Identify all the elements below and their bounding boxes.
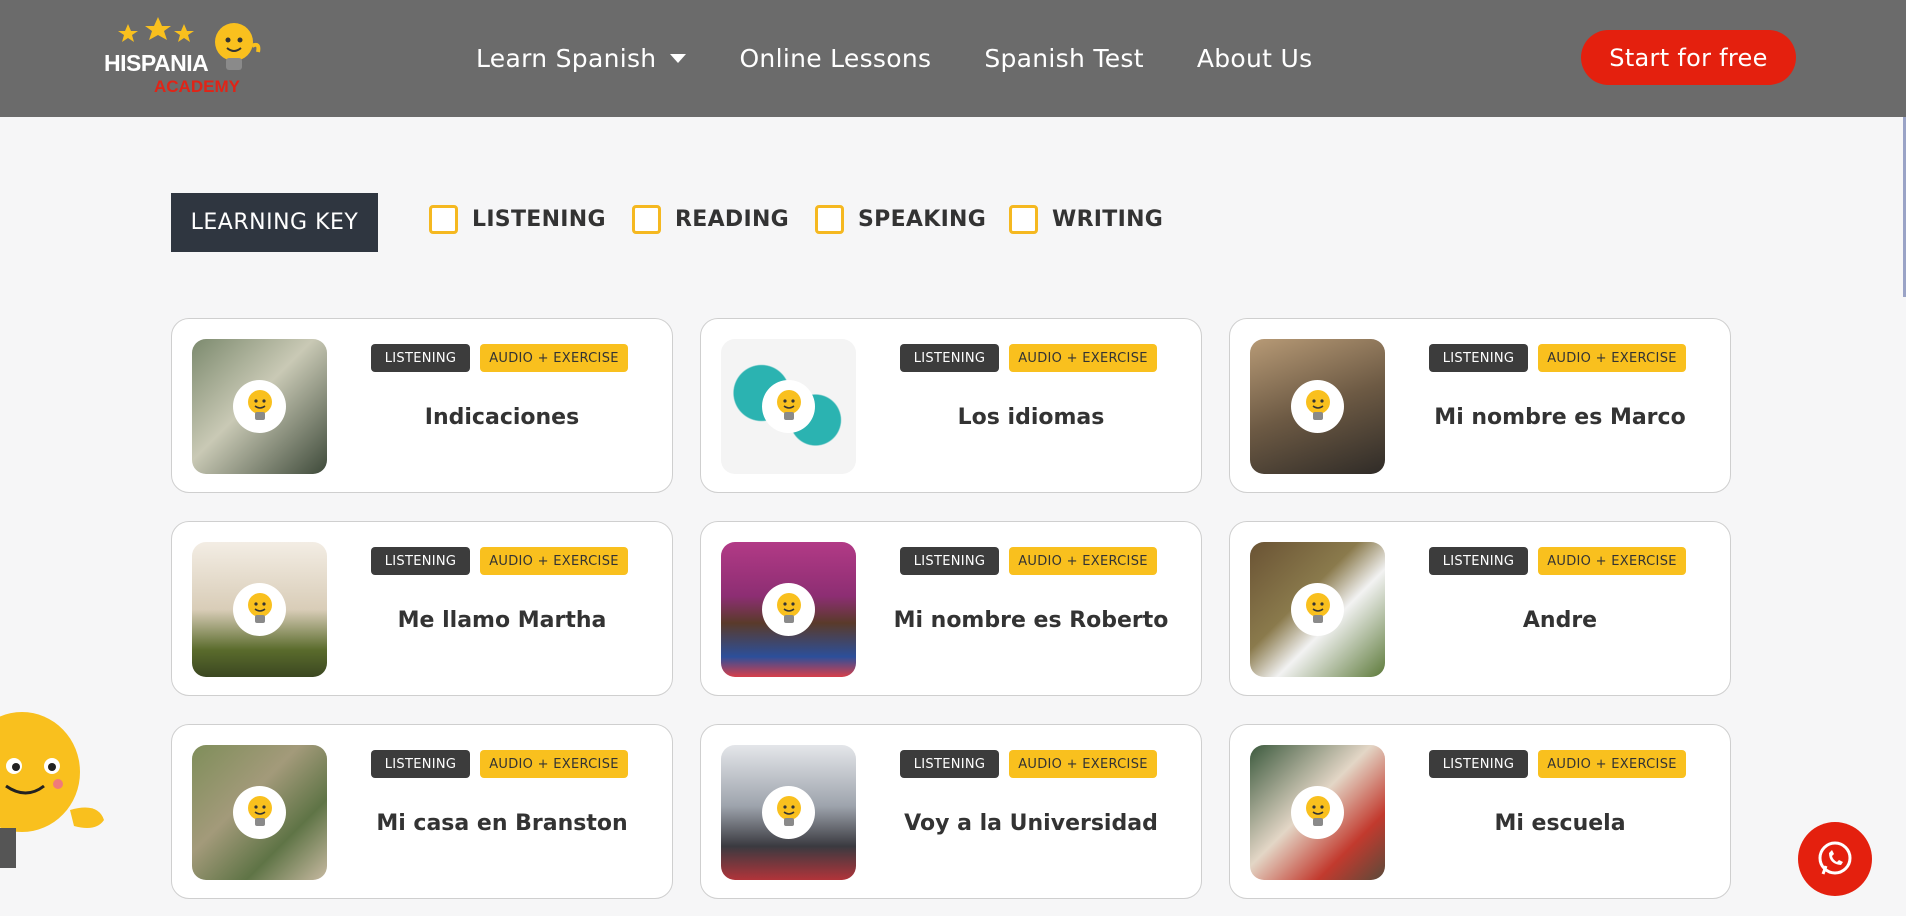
lesson-title[interactable]: Indicaciones xyxy=(332,405,672,430)
logo-subtext: ACADEMY xyxy=(154,77,240,96)
chevron-down-icon xyxy=(670,54,687,63)
filter-listening[interactable]: LISTENING xyxy=(429,205,606,234)
lightbulb-icon xyxy=(762,583,815,636)
lesson-title[interactable]: Voy a la Universidad xyxy=(861,811,1201,836)
type-badge: AUDIO + EXERCISE xyxy=(1009,750,1157,778)
stars-icon xyxy=(118,17,194,42)
nav-learn-spanish-label: Learn Spanish xyxy=(476,44,657,73)
type-badge: AUDIO + EXERCISE xyxy=(1538,547,1686,575)
lightbulb-mascot-icon xyxy=(0,712,104,868)
lesson-thumbnail xyxy=(192,745,327,880)
type-badge: AUDIO + EXERCISE xyxy=(1009,344,1157,372)
lightbulb-icon xyxy=(1291,583,1344,636)
nav-online-lessons[interactable]: Online Lessons xyxy=(739,44,931,73)
lesson-thumbnail xyxy=(192,339,327,474)
lesson-thumbnail xyxy=(721,542,856,677)
type-badge: AUDIO + EXERCISE xyxy=(1009,547,1157,575)
speaking-checkbox[interactable] xyxy=(815,205,844,234)
skill-badge: LISTENING xyxy=(1429,750,1528,778)
lesson-card-andre[interactable]: LISTENING AUDIO + EXERCISE Andre xyxy=(1229,521,1731,696)
lightbulb-icon xyxy=(1291,380,1344,433)
lesson-thumbnail xyxy=(1250,745,1385,880)
hispania-academy-logo[interactable]: HISPANIA ACADEMY xyxy=(100,14,270,100)
skill-badge: LISTENING xyxy=(900,750,999,778)
main-nav: Learn Spanish Online Lessons Spanish Tes… xyxy=(476,44,1365,73)
filter-label: READING xyxy=(675,207,790,232)
type-badge: AUDIO + EXERCISE xyxy=(480,344,628,372)
lesson-thumbnail xyxy=(1250,339,1385,474)
whatsapp-icon xyxy=(1818,841,1852,875)
lesson-title[interactable]: Los idiomas xyxy=(861,405,1201,430)
nav-about-us[interactable]: About Us xyxy=(1197,44,1313,73)
lesson-thumbnail xyxy=(192,542,327,677)
whatsapp-button[interactable] xyxy=(1798,822,1872,896)
skill-badge: LISTENING xyxy=(900,547,999,575)
lesson-card-indicaciones[interactable]: LISTENING AUDIO + EXERCISE Indicaciones xyxy=(171,318,673,493)
lesson-card-me-llamo-martha[interactable]: LISTENING AUDIO + EXERCISE Me llamo Mart… xyxy=(171,521,673,696)
filter-label: WRITING xyxy=(1052,207,1164,232)
site-header: HISPANIA ACADEMY Learn Spanish Online Le… xyxy=(0,0,1906,117)
lesson-card-mi-escuela[interactable]: LISTENING AUDIO + EXERCISE Mi escuela xyxy=(1229,724,1731,899)
lesson-thumbnail xyxy=(1250,542,1385,677)
lesson-title[interactable]: Andre xyxy=(1390,608,1730,633)
lightbulb-icon xyxy=(233,786,286,839)
filter-reading[interactable]: READING xyxy=(632,205,789,234)
lesson-title[interactable]: Mi nombre es Marco xyxy=(1390,405,1730,430)
type-badge: AUDIO + EXERCISE xyxy=(1538,344,1686,372)
nav-spanish-test[interactable]: Spanish Test xyxy=(984,44,1144,73)
lesson-title[interactable]: Me llamo Martha xyxy=(332,608,672,633)
lesson-title[interactable]: Mi escuela xyxy=(1390,811,1730,836)
skill-badge: LISTENING xyxy=(371,750,470,778)
logo-text: HISPANIA xyxy=(104,50,209,76)
lesson-card-mi-nombre-es-marco[interactable]: LISTENING AUDIO + EXERCISE Mi nombre es … xyxy=(1229,318,1731,493)
filter-label: LISTENING xyxy=(472,207,606,232)
skill-badge: LISTENING xyxy=(1429,344,1528,372)
nav-spanish-test-label: Spanish Test xyxy=(984,44,1144,73)
type-badge: AUDIO + EXERCISE xyxy=(480,750,628,778)
lightbulb-icon xyxy=(762,380,815,433)
lesson-title[interactable]: Mi nombre es Roberto xyxy=(861,608,1201,633)
writing-checkbox[interactable] xyxy=(1009,205,1038,234)
skill-badge: LISTENING xyxy=(1429,547,1528,575)
lesson-card-voy-a-la-universidad[interactable]: LISTENING AUDIO + EXERCISE Voy a la Univ… xyxy=(700,724,1202,899)
nav-online-lessons-label: Online Lessons xyxy=(739,44,932,73)
lesson-card-mi-casa-en-branston[interactable]: LISTENING AUDIO + EXERCISE Mi casa en Br… xyxy=(171,724,673,899)
lesson-card-los-idiomas[interactable]: LISTENING AUDIO + EXERCISE Los idiomas xyxy=(700,318,1202,493)
filter-speaking[interactable]: SPEAKING xyxy=(815,205,986,234)
filter-label: SPEAKING xyxy=(858,207,987,232)
type-badge: AUDIO + EXERCISE xyxy=(1538,750,1686,778)
start-for-free-button[interactable]: Start for free xyxy=(1581,30,1796,85)
lightbulb-icon xyxy=(233,583,286,636)
nav-learn-spanish[interactable]: Learn Spanish xyxy=(476,44,687,73)
type-badge: AUDIO + EXERCISE xyxy=(480,547,628,575)
lesson-thumbnail xyxy=(721,745,856,880)
skill-badge: LISTENING xyxy=(371,547,470,575)
reading-checkbox[interactable] xyxy=(632,205,661,234)
listening-checkbox[interactable] xyxy=(429,205,458,234)
lightbulb-icon xyxy=(1291,786,1344,839)
lesson-title[interactable]: Mi casa en Branston xyxy=(332,811,672,836)
lesson-thumbnail xyxy=(721,339,856,474)
skill-badge: LISTENING xyxy=(900,344,999,372)
nav-about-us-label: About Us xyxy=(1196,44,1313,73)
skill-badge: LISTENING xyxy=(371,344,470,372)
lesson-card-mi-nombre-es-roberto[interactable]: LISTENING AUDIO + EXERCISE Mi nombre es … xyxy=(700,521,1202,696)
lightbulb-icon xyxy=(233,380,286,433)
lightbulb-logo-icon xyxy=(215,23,261,70)
learning-key-label: LEARNING KEY xyxy=(171,193,378,252)
lightbulb-icon xyxy=(762,786,815,839)
filter-writing[interactable]: WRITING xyxy=(1009,205,1163,234)
